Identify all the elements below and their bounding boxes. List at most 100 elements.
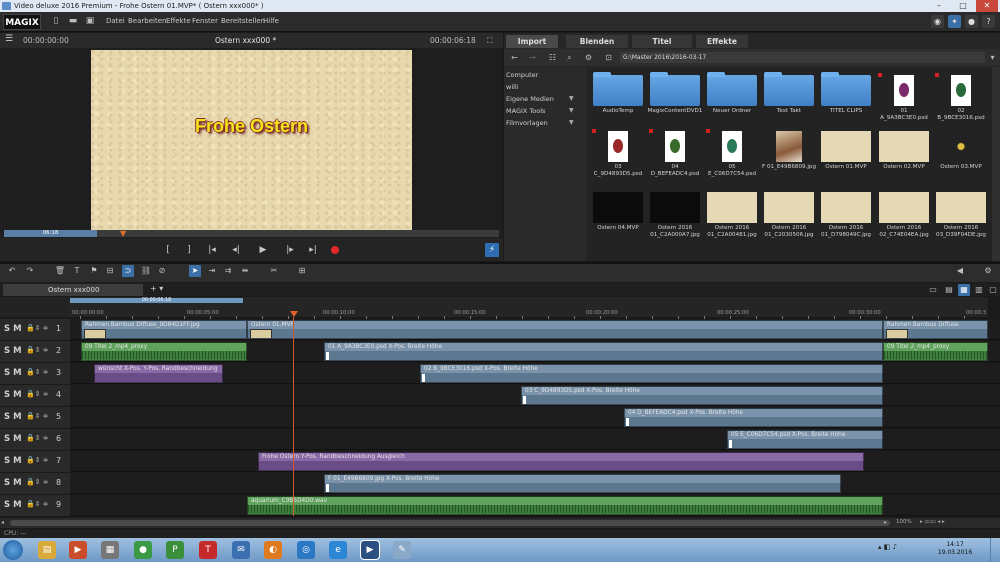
lock-icon[interactable]: 🔒⇕ ≑	[26, 324, 49, 332]
solo-button[interactable]: S	[4, 478, 10, 488]
lock-icon[interactable]: 🔒⇕ ≑	[26, 456, 49, 464]
solo-button[interactable]: S	[4, 346, 10, 356]
timeline-object[interactable]: 01 A_9A3BC3E0.psd X-Pos. Breite Höhe	[324, 342, 883, 361]
marker-icon[interactable]: ⚑	[88, 265, 100, 277]
tree-item-magix-tools[interactable]: MAGIX Tools	[506, 107, 576, 115]
internet-explorer-icon[interactable]: e	[329, 541, 347, 559]
tab-blenden[interactable]: Blenden	[566, 35, 628, 48]
mute-button[interactable]: M	[13, 500, 21, 510]
set-out-button[interactable]: ]	[181, 243, 197, 257]
mixer-view-icon[interactable]: ▥	[973, 284, 985, 296]
timeline-object[interactable]: wünscht X-Pos. Y-Pos. Randbeschneidung	[94, 364, 223, 383]
menu-effekte[interactable]: Effekte	[166, 17, 191, 25]
media-player-icon[interactable]: ▶	[69, 541, 87, 559]
solo-button[interactable]: S	[4, 434, 10, 444]
mute-button[interactable]: M	[13, 412, 21, 422]
timeline-object[interactable]: 04 D_BEFEADC4.psd X-Pos. Breite Höhe	[624, 408, 883, 427]
fx-icon[interactable]: ✦	[948, 15, 961, 28]
save-icon[interactable]: ▣	[84, 16, 96, 27]
media-item[interactable]: 03 C_9D4893D5.psd	[590, 127, 646, 185]
tab-effekte[interactable]: Effekte	[696, 35, 748, 48]
media-item[interactable]: Ostern 2016 01_D798049C.jpg	[818, 188, 874, 246]
record-disc-icon[interactable]: ●	[965, 15, 978, 28]
chevron-down-icon[interactable]: ▼	[569, 107, 574, 114]
chrome-icon[interactable]: ●	[134, 541, 152, 559]
calculator-icon[interactable]: ▦	[101, 541, 119, 559]
chevron-down-icon[interactable]: ▼	[569, 119, 574, 126]
open-folder-icon[interactable]: ▬	[67, 16, 79, 27]
firefox-icon[interactable]: ◐	[264, 541, 282, 559]
media-item[interactable]: Ostern 2016 01_C2030506.jpg	[761, 188, 817, 246]
timeline-object[interactable]: 09 Titel 2_mp4_proxy	[883, 342, 988, 361]
media-item[interactable]: Ostern 02.MVP	[876, 127, 932, 185]
media-item[interactable]: Ostern 03.MVP	[933, 127, 989, 185]
thunderbird-icon[interactable]: ✉	[232, 541, 250, 559]
ruler-range-bar[interactable]: 00:00:06:18	[70, 298, 243, 303]
volume-icon[interactable]: ◀	[954, 265, 966, 277]
media-item[interactable]: MagixContentDVD1	[647, 71, 703, 129]
menu-datei[interactable]: Datei	[106, 17, 125, 25]
media-item[interactable]: AudioTemp	[590, 71, 646, 129]
media-item[interactable]: Neuer Ordner	[704, 71, 760, 129]
timeline-scroll-thumb[interactable]	[10, 520, 890, 526]
media-item[interactable]: 01 A_9A3BC3E0.psd	[876, 71, 932, 129]
tab-import[interactable]: Import	[506, 35, 558, 48]
timeline-object[interactable]: Frohe Ostern Y-Pos. Randbeschneidung Aus…	[258, 452, 864, 471]
tab-titel[interactable]: Titel	[632, 35, 692, 48]
timeline-view-icon[interactable]: ▦	[958, 284, 970, 296]
path-field[interactable]: G:\Master 2016\2016-03-17	[620, 52, 985, 63]
timeline-object[interactable]: Ostern 01.MVP	[247, 320, 883, 339]
timeline-object[interactable]: F 01_E49B6809.jpg X-Pos. Breite Höhe	[324, 474, 841, 493]
timeline-object[interactable]: Rahmen Bambus Diffuse_9D84D1FF.jpg	[81, 320, 247, 339]
stretch-icon[interactable]: ⇹	[239, 265, 251, 277]
explorer-icon[interactable]: ▤	[38, 541, 56, 559]
zoom-level[interactable]: 100%	[896, 519, 912, 525]
timeline-object[interactable]: 09 Titel 2_mp4_proxy	[81, 342, 247, 361]
tab-ostern-xxx000[interactable]: Ostern xxx000	[3, 284, 143, 296]
menu-fenster[interactable]: Fenster	[192, 17, 218, 25]
range-tool-icon[interactable]: ⇥	[206, 265, 218, 277]
maximize-button[interactable]: □	[952, 0, 974, 12]
solo-button[interactable]: S	[4, 324, 10, 334]
paint-tool-icon[interactable]: ✎	[393, 541, 411, 559]
mute-button[interactable]: M	[13, 434, 21, 444]
timeline-object[interactable]: 02 B_9BCE3016.psd X-Pos. Breite Höhe	[420, 364, 883, 383]
tm-app-icon[interactable]: T	[199, 541, 217, 559]
lock-icon[interactable]: 🔒⇕ ≑	[26, 412, 49, 420]
zoom-controls[interactable]: ▸ ▫▫▫ ◂ ▸	[920, 519, 945, 525]
prev-frame-button[interactable]: ◂|	[228, 243, 244, 257]
preview-menu-icon[interactable]: ☰	[5, 34, 13, 44]
media-item[interactable]: Ostern 2016 01_C2A000A7.jpg	[647, 188, 703, 246]
close-button[interactable]: ✕	[976, 0, 998, 12]
storyboard-view-icon[interactable]: ▭	[927, 284, 939, 296]
media-item[interactable]: Ostern 01.MVP	[818, 127, 874, 185]
menu-bereitstellen[interactable]: Bereitstellen	[221, 17, 265, 25]
flash-button[interactable]: ⚡	[485, 243, 499, 257]
menu-bearbeiten[interactable]: Bearbeiten	[128, 17, 166, 25]
solo-button[interactable]: S	[4, 456, 10, 466]
media-item[interactable]: 05 E_C06D7C54.psd	[704, 127, 760, 185]
media-item[interactable]: TITEL CLIPS	[818, 71, 874, 129]
text-icon[interactable]: T	[71, 265, 83, 277]
next-marker-button[interactable]: ▸|	[305, 243, 321, 257]
media-item[interactable]: Ostern 2016 03_D39F04DE.jpg	[933, 188, 989, 246]
timeline-object[interactable]: 05 E_C06D7C54.psd X-Pos. Breite Höhe	[727, 430, 883, 449]
insert-mode-icon[interactable]: ⊞	[296, 265, 308, 277]
record-button[interactable]	[331, 246, 339, 254]
media-item[interactable]: Ostern 2016 02_C74E04EA.jpg	[876, 188, 932, 246]
lock-icon[interactable]: 🔒⇕ ≑	[26, 346, 49, 354]
timeline-settings-icon[interactable]: ⚙	[982, 265, 994, 277]
solo-button[interactable]: S	[4, 390, 10, 400]
back-arrow-icon[interactable]: ←	[509, 52, 520, 63]
start-button[interactable]	[3, 540, 23, 560]
delete-icon[interactable]: 🗑	[54, 265, 66, 277]
pointer-icon[interactable]: ➤	[189, 265, 201, 277]
timeline-object[interactable]: Rahmen Bambus Diffuse	[883, 320, 988, 339]
magix-video-task-icon[interactable]: ▶	[360, 540, 380, 560]
folder-up-icon[interactable]: ⊡	[603, 52, 614, 63]
unlink-icon[interactable]: ⊘	[156, 265, 168, 277]
media-item[interactable]: Ostern 04.MVP	[590, 188, 646, 246]
prev-marker-button[interactable]: |◂	[204, 243, 220, 257]
search-icon[interactable]: ⌕	[564, 52, 575, 63]
mute-button[interactable]: M	[13, 368, 21, 378]
